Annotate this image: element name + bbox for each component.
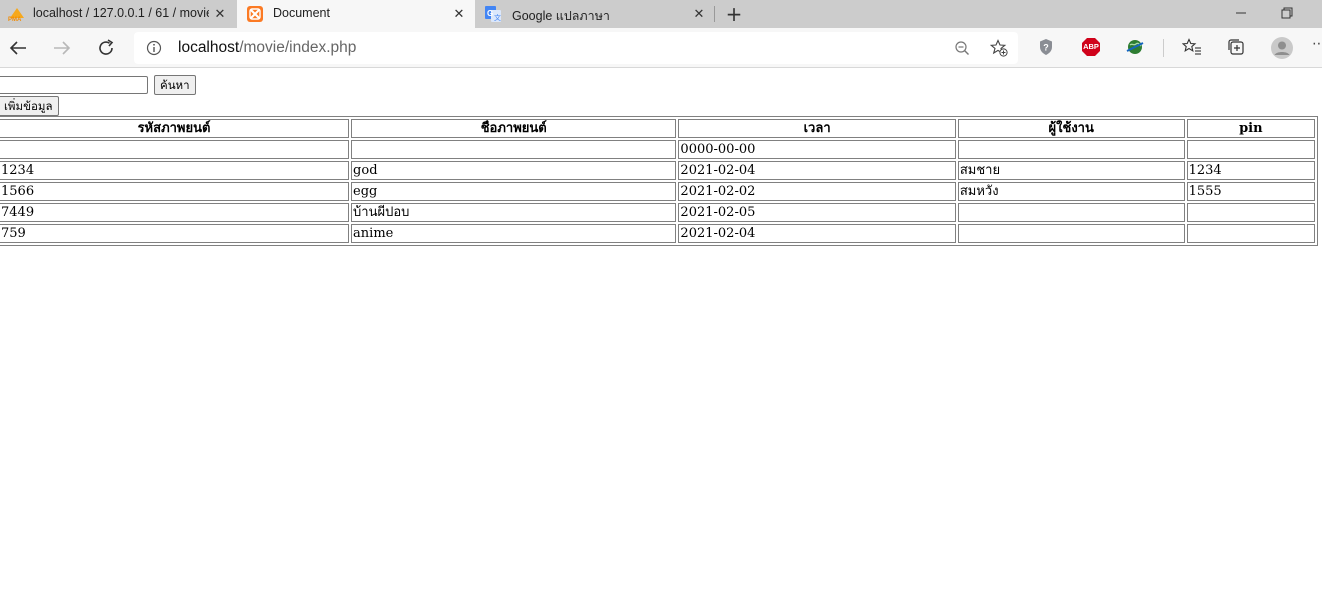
column-header-movie-name: ชื่อภาพยนต์	[351, 119, 677, 138]
table-row: 1234 god 2021-02-04 สมชาย 1234	[0, 161, 1315, 180]
movie-table: รหัสภาพยนต์ ชื่อภาพยนต์ เวลา ผู้ใช้งาน p…	[0, 116, 1318, 246]
add-favorite-icon[interactable]	[989, 39, 1008, 57]
cell-movie-id: 1566	[0, 182, 350, 201]
cell-user	[957, 224, 1185, 243]
collections-icon[interactable]	[1226, 37, 1246, 57]
avatar[interactable]	[1270, 36, 1294, 60]
cell-pin: 1234	[1186, 161, 1315, 180]
cell-time: 0000-00-00	[678, 140, 956, 159]
browser-toolbar: localhost/movie/index.php ? ABP ⋯	[0, 28, 1322, 68]
cell-time: 2021-02-04	[678, 161, 956, 180]
svg-text:PMA: PMA	[8, 17, 22, 22]
phpmyadmin-icon: PMA	[8, 6, 24, 23]
toolbar-separator	[1163, 39, 1164, 57]
cell-movie-id	[0, 140, 350, 159]
table-row: 759 anime 2021-02-04	[0, 224, 1315, 243]
tab-strip: PMA localhost / 127.0.0.1 / 61 / movie ✕…	[0, 0, 1322, 28]
google-translate-icon: G 文	[485, 6, 501, 22]
cell-user	[957, 140, 1185, 159]
shield-icon[interactable]: ?	[1036, 37, 1056, 57]
zoom-out-icon[interactable]	[954, 40, 970, 56]
info-icon[interactable]	[146, 40, 162, 56]
tab-document[interactable]: Document ✕	[237, 0, 475, 28]
cell-movie-id: 759	[0, 224, 350, 243]
column-header-time: เวลา	[678, 119, 956, 138]
tab-title: Google แปลภาษา	[512, 9, 610, 23]
close-tab-icon[interactable]: ✕	[451, 6, 467, 22]
close-tab-icon[interactable]: ✕	[212, 6, 228, 22]
cell-pin	[1186, 203, 1315, 222]
back-icon[interactable]	[6, 36, 30, 60]
tab-title: localhost / 127.0.0.1 / 61 / movie	[33, 6, 209, 20]
cell-movie-id: 7449	[0, 203, 350, 222]
url-text: localhost/movie/index.php	[178, 39, 356, 57]
url-host: localhost	[178, 39, 240, 56]
cell-movie-name: egg	[351, 182, 677, 201]
cell-user	[957, 203, 1185, 222]
search-button[interactable]: ค้นหา	[154, 75, 196, 95]
minimize-icon[interactable]	[1229, 2, 1253, 24]
cell-pin: 1555	[1186, 182, 1315, 201]
table-row: 1566 egg 2021-02-02 สมหวัง 1555	[0, 182, 1315, 201]
tab-phpmyadmin[interactable]: PMA localhost / 127.0.0.1 / 61 / movie ✕	[0, 0, 234, 28]
svg-text:文: 文	[494, 13, 501, 22]
search-input[interactable]	[0, 76, 148, 94]
column-header-user: ผู้ใช้งาน	[957, 119, 1185, 138]
globe-icon[interactable]	[1125, 37, 1145, 57]
new-tab-icon[interactable]: +	[724, 4, 744, 24]
tab-title: Document	[273, 6, 330, 20]
table-header-row: รหัสภาพยนต์ ชื่อภาพยนต์ เวลา ผู้ใช้งาน p…	[0, 119, 1315, 138]
cell-user: สมหวัง	[957, 182, 1185, 201]
address-bar[interactable]: localhost/movie/index.php	[134, 32, 1018, 64]
tab-separator	[714, 6, 715, 22]
restore-icon[interactable]	[1275, 2, 1299, 24]
cell-movie-name: anime	[351, 224, 677, 243]
table-row: 7449 บ้านผีปอบ 2021-02-05	[0, 203, 1315, 222]
close-tab-icon[interactable]: ✕	[691, 6, 707, 22]
url-path: /movie/index.php	[239, 39, 357, 56]
cell-time: 2021-02-02	[678, 182, 956, 201]
svg-text:G: G	[487, 9, 493, 18]
table-row: 0000-00-00	[0, 140, 1315, 159]
cell-movie-name: god	[351, 161, 677, 180]
favorites-icon[interactable]	[1181, 37, 1202, 57]
column-header-pin: pin	[1186, 119, 1315, 138]
cell-movie-id: 1234	[0, 161, 350, 180]
svg-text:?: ?	[1043, 43, 1049, 53]
cell-movie-name	[351, 140, 677, 159]
cell-user: สมชาย	[957, 161, 1185, 180]
adblock-label: ABP	[1083, 42, 1099, 51]
cell-pin	[1186, 224, 1315, 243]
forward-icon[interactable]	[50, 36, 74, 60]
reload-icon[interactable]	[94, 36, 118, 60]
tab-google-translate[interactable]: G 文 Google แปลภาษา ✕	[477, 0, 715, 28]
cell-time: 2021-02-05	[678, 203, 956, 222]
column-header-movie-id: รหัสภาพยนต์	[0, 119, 350, 138]
cell-pin	[1186, 140, 1315, 159]
cell-time: 2021-02-04	[678, 224, 956, 243]
adblock-icon[interactable]: ABP	[1081, 37, 1101, 57]
add-data-button[interactable]: เพิ่มข้อมูล	[0, 96, 59, 116]
xampp-icon	[247, 6, 263, 22]
cell-movie-name: บ้านผีปอบ	[351, 203, 677, 222]
more-options-icon[interactable]: ⋯	[1312, 36, 1322, 60]
page-content: ค้นหา เพิ่มข้อมูล รหัสภาพยนต์ ชื่อภาพยนต…	[0, 68, 1322, 600]
